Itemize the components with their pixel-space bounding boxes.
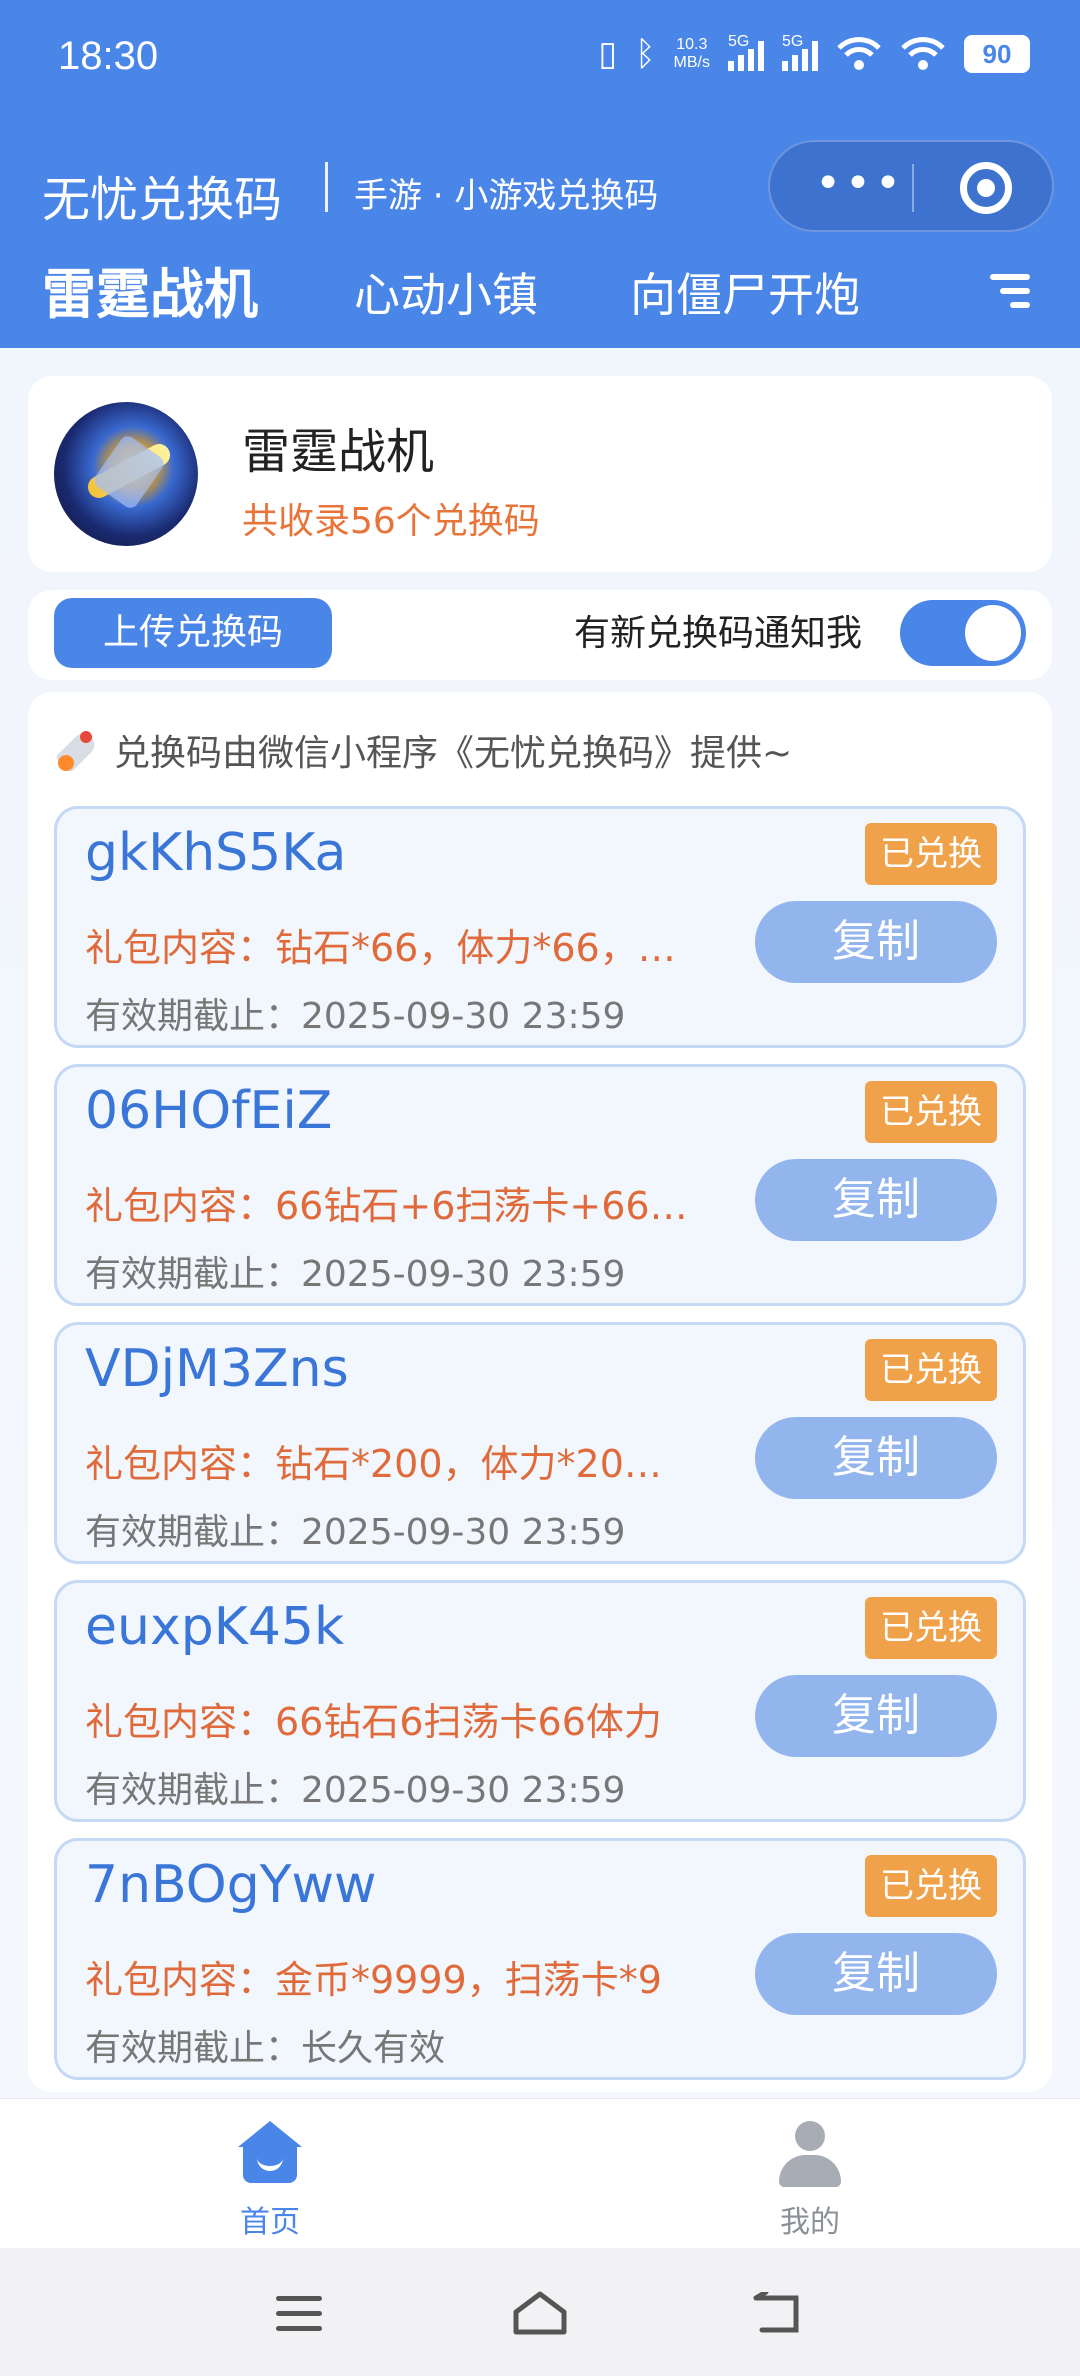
- redeemed-badge: 已兑换: [865, 1855, 997, 1917]
- home-icon: [235, 2119, 305, 2189]
- code-card: VDjM3Zns 已兑换 礼包内容：钻石*200，体力*20… 复制 有效期截止…: [54, 1322, 1026, 1564]
- nav-home-label: 首页: [240, 2205, 300, 2240]
- redeem-code: 7nBOgYww: [85, 1855, 377, 1915]
- bluetooth-icon: ᛒ: [635, 34, 656, 74]
- status-time: 18:30: [58, 34, 159, 78]
- redeem-code: euxpK45k: [85, 1597, 345, 1657]
- copy-button[interactable]: 复制: [755, 1159, 997, 1241]
- nav-me[interactable]: 我的: [710, 2119, 910, 2241]
- game-name: 雷霆战机: [242, 424, 435, 480]
- provider-text: 兑换码由微信小程序《无忧兑换码》提供~: [114, 733, 793, 774]
- sim1-label: 5G: [728, 33, 750, 50]
- code-list-panel: 兑换码由微信小程序《无忧兑换码》提供~ gkKhS5Ka 已兑换 礼包内容：钻石…: [28, 692, 1052, 2092]
- app-title: 无忧兑换码: [42, 172, 283, 228]
- expiry-date: 有效期截止：2025-09-30 23:59: [85, 1254, 626, 1295]
- user-icon: [775, 2119, 845, 2189]
- more-options-button[interactable]: •••: [810, 162, 910, 212]
- toggle-knob: [965, 605, 1021, 661]
- code-card: gkKhS5Ka 已兑换 礼包内容：钻石*66，体力*66，… 复制 有效期截止…: [54, 806, 1026, 1048]
- action-row: 上传兑换码 有新兑换码通知我: [28, 590, 1052, 680]
- redeem-code: VDjM3Zns: [85, 1339, 349, 1399]
- gift-content: 礼包内容：66钻石6扫荡卡66体力: [85, 1700, 662, 1744]
- redeemed-badge: 已兑换: [865, 1081, 997, 1143]
- sim2-label: 5G: [782, 33, 804, 50]
- system-nav-bar: [0, 2248, 1080, 2376]
- status-bar: 18:30 ▯ ᛒ 10.3 MB/s 5G 5G 90: [0, 0, 1080, 120]
- battery-indicator: 90: [964, 35, 1030, 73]
- app-subtitle: 手游 · 小游戏兑换码: [354, 176, 659, 216]
- nav-me-label: 我的: [780, 2205, 840, 2240]
- sort-menu-icon[interactable]: [990, 274, 1030, 310]
- vibrate-icon: ▯: [598, 34, 618, 74]
- copy-button[interactable]: 复制: [755, 1417, 997, 1499]
- wifi-icon: [837, 37, 881, 70]
- redeemed-badge: 已兑换: [865, 1339, 997, 1401]
- expiry-date: 有效期截止：2025-09-30 23:59: [85, 996, 626, 1037]
- app-header: 18:30 ▯ ᛒ 10.3 MB/s 5G 5G 90 无忧兑换码 手游 · …: [0, 0, 1080, 348]
- game-code-count: 共收录56个兑换码: [242, 501, 540, 542]
- upload-code-button[interactable]: 上传兑换码: [54, 598, 332, 668]
- close-miniprogram-button[interactable]: [960, 162, 1012, 214]
- sim1-signal-icon: 5G: [728, 33, 764, 71]
- tab-xindong-xiaozhen[interactable]: 心动小镇: [354, 255, 538, 335]
- wifi-icon-2: [901, 37, 945, 70]
- capsule-divider: [912, 164, 914, 212]
- gift-content: 礼包内容：金币*9999，扫荡卡*9: [85, 1958, 662, 2002]
- status-icons: ▯ ᛒ 10.3 MB/s 5G 5G 90: [598, 33, 1030, 74]
- system-back-icon[interactable]: [752, 2292, 806, 2336]
- expiry-date: 有效期截止：2025-09-30 23:59: [85, 1512, 626, 1553]
- copy-button[interactable]: 复制: [755, 1933, 997, 2015]
- bottom-nav: 首页 我的: [0, 2098, 1080, 2248]
- tab-xiang-jiangshi-kaipao[interactable]: 向僵尸开炮: [630, 255, 860, 335]
- net-speed-unit: MB/s: [673, 54, 710, 71]
- code-card: euxpK45k 已兑换 礼包内容：66钻石6扫荡卡66体力 复制 有效期截止：…: [54, 1580, 1026, 1822]
- redeemed-badge: 已兑换: [865, 823, 997, 885]
- redeemed-badge: 已兑换: [865, 1597, 997, 1659]
- notify-label: 有新兑换码通知我: [574, 613, 863, 654]
- net-speed-value: 10.3: [676, 36, 708, 53]
- sim2-signal-icon: 5G: [782, 33, 818, 71]
- gift-content: 礼包内容：钻石*66，体力*66，…: [85, 926, 676, 970]
- gift-content: 礼包内容：66钻石+6扫荡卡+66…: [85, 1184, 688, 1228]
- gift-content: 礼包内容：钻石*200，体力*20…: [85, 1442, 662, 1486]
- copy-button[interactable]: 复制: [755, 901, 997, 983]
- game-tabs: 雷霆战机 心动小镇 向僵尸开炮: [0, 255, 1080, 335]
- recent-apps-icon[interactable]: [276, 2296, 322, 2332]
- redeem-code: 06HOfEiZ: [85, 1081, 333, 1141]
- expiry-date: 有效期截止：长久有效: [85, 2028, 446, 2069]
- notify-toggle[interactable]: [900, 600, 1026, 666]
- copy-button[interactable]: 复制: [755, 1675, 997, 1757]
- provider-notice: 兑换码由微信小程序《无忧兑换码》提供~: [54, 724, 792, 776]
- rocket-icon: [54, 725, 104, 775]
- redeem-code: gkKhS5Ka: [85, 823, 347, 883]
- tab-leiting-zhanji[interactable]: 雷霆战机: [42, 255, 258, 335]
- code-card: 7nBOgYww 已兑换 礼包内容：金币*9999，扫荡卡*9 复制 有效期截止…: [54, 1838, 1026, 2080]
- expiry-date: 有效期截止：2025-09-30 23:59: [85, 1770, 626, 1811]
- system-home-icon[interactable]: [510, 2288, 570, 2338]
- title-divider: [325, 162, 328, 212]
- game-avatar: [54, 402, 198, 546]
- net-speed: 10.3 MB/s: [674, 36, 710, 72]
- code-card: 06HOfEiZ 已兑换 礼包内容：66钻石+6扫荡卡+66… 复制 有效期截止…: [54, 1064, 1026, 1306]
- nav-home[interactable]: 首页: [170, 2119, 370, 2241]
- game-info-card: 雷霆战机 共收录56个兑换码: [28, 376, 1052, 572]
- miniprogram-capsule: •••: [768, 140, 1054, 232]
